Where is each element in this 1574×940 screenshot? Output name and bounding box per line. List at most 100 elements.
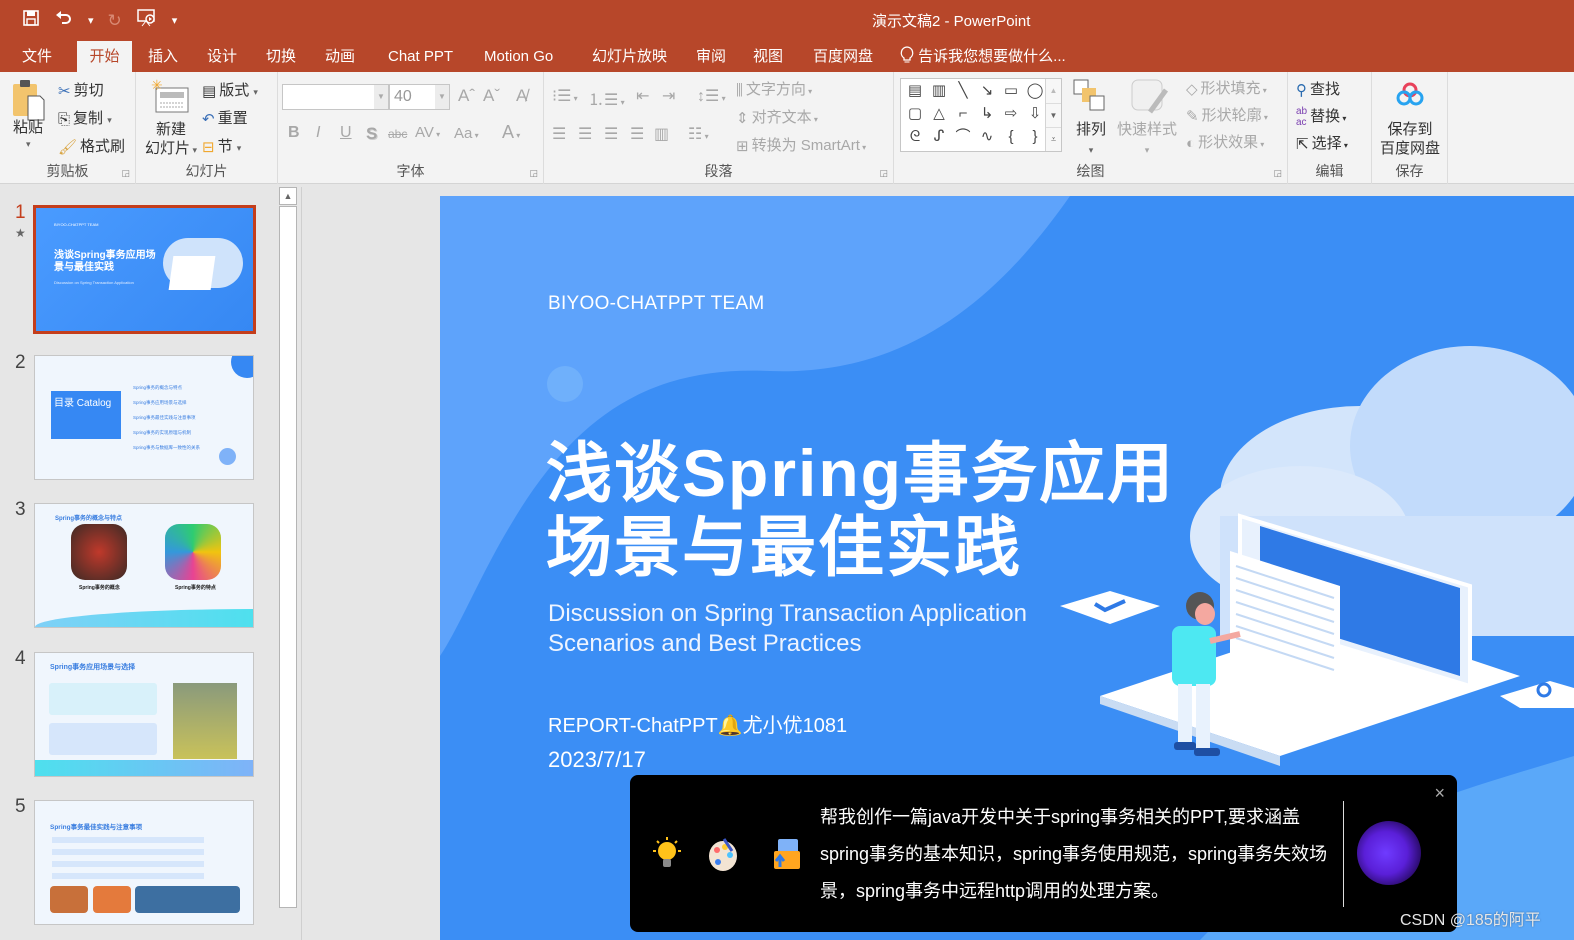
find-button[interactable]: ⚲ 查找 <box>1296 78 1340 99</box>
redo-icon[interactable]: ↻ <box>108 11 122 31</box>
italic-button[interactable]: I <box>316 124 320 142</box>
gallery-down-icon[interactable]: ▼ <box>1046 103 1061 127</box>
paste-dropdown-icon[interactable]: ▾ <box>26 139 31 150</box>
thumbnail-scrollbar[interactable]: ▲ <box>279 187 297 940</box>
shape-elbow-connector-icon[interactable]: ⌐ <box>951 103 975 125</box>
shape-effects-button[interactable]: ◐ 形状效果 ▾ <box>1186 131 1264 152</box>
close-icon[interactable]: × <box>1434 783 1445 804</box>
section-button[interactable]: ⊟ 节 ▾ <box>202 135 241 156</box>
panel-divider[interactable] <box>301 187 302 940</box>
align-center-button[interactable]: ☰ <box>578 124 592 144</box>
align-right-button[interactable]: ☰ <box>604 124 618 144</box>
start-slideshow-icon[interactable] <box>136 8 158 33</box>
lightbulb-icon[interactable] <box>650 837 684 881</box>
tab-view[interactable]: 视图 <box>741 41 795 72</box>
font-size-dropdown-icon[interactable]: ▼ <box>435 85 449 109</box>
drawing-launcher-icon[interactable]: ◲ <box>1273 168 1282 179</box>
shape-outline-button[interactable]: ✎ 形状轮廓 ▾ <box>1186 104 1268 125</box>
tab-animations[interactable]: 动画 <box>313 41 367 72</box>
tab-motion-go[interactable]: Motion Go <box>472 41 565 72</box>
shape-fill-button[interactable]: ◇ 形状填充 ▾ <box>1186 77 1267 98</box>
palette-icon[interactable] <box>706 837 740 881</box>
tab-transitions[interactable]: 切换 <box>254 41 308 72</box>
align-left-button[interactable]: ☰ <box>552 124 566 144</box>
scrollbar-thumb[interactable] <box>279 206 297 908</box>
font-color-button[interactable]: A ▾ <box>502 122 520 143</box>
bold-button[interactable]: B <box>288 124 300 142</box>
bullets-button[interactable]: ⁝☰ ▾ <box>552 86 578 106</box>
copy-button[interactable]: ⎘ 复制 ▾ <box>58 107 112 128</box>
tell-me-search[interactable]: 告诉我您想要做什么... <box>900 41 1066 72</box>
slide-thumbnail-5[interactable]: Spring事务最佳实践与注意事项 <box>34 800 254 925</box>
shape-arc-icon[interactable]: ⌒ <box>951 126 975 148</box>
font-name-dropdown-icon[interactable]: ▼ <box>374 85 388 109</box>
font-name-combo[interactable]: ▼ <box>282 84 389 110</box>
shape-arrow-line-icon[interactable]: ↘ <box>975 80 999 102</box>
shape-rounded-rect-icon[interactable]: ▢ <box>903 103 927 125</box>
increase-indent-button[interactable]: ⇥ <box>662 86 675 106</box>
tab-insert[interactable]: 插入 <box>136 41 190 72</box>
line-spacing-button[interactable]: ↕☰ ▾ <box>697 86 726 106</box>
save-icon[interactable] <box>22 9 40 32</box>
arrange-button[interactable] <box>1072 78 1108 118</box>
slide-thumbnail-3[interactable]: Spring事务的概念与特点 Spring事务的概念 Spring事务的特点 <box>34 503 254 628</box>
copy-dropdown-icon[interactable]: ▾ <box>107 115 112 125</box>
numbering-button[interactable]: ⒈☰ ▾ <box>588 86 625 110</box>
shape-freeform-icon[interactable]: ᘓ <box>903 126 927 148</box>
distributed-button[interactable]: ▥ <box>654 124 669 144</box>
shape-rectangle-icon[interactable]: ▭ <box>999 80 1023 102</box>
tab-chat-ppt[interactable]: Chat PPT <box>376 41 465 72</box>
scroll-up-icon[interactable]: ▲ <box>279 187 297 205</box>
gallery-more-icon[interactable]: ⩡ <box>1046 127 1061 149</box>
slide-thumbnail-2[interactable]: 目录 Catalog Spring事务的概念与特点 Spring事务应用场景与选… <box>34 355 254 480</box>
shape-line-icon[interactable]: ╲ <box>951 80 975 102</box>
underline-button[interactable]: U <box>340 124 352 142</box>
tab-file[interactable]: 文件 <box>10 41 64 72</box>
quick-styles-button[interactable] <box>1130 78 1170 122</box>
tab-baidu-netdisk[interactable]: 百度网盘 <box>801 41 885 72</box>
grow-font-button[interactable]: Aˆ <box>458 86 475 106</box>
align-text-button[interactable]: ⇕ 对齐文本 ▾ <box>736 106 818 127</box>
tab-review[interactable]: 审阅 <box>684 41 738 72</box>
font-launcher-icon[interactable]: ◲ <box>529 168 538 179</box>
strikethrough-button[interactable]: abc <box>388 127 407 141</box>
shape-curve-icon[interactable]: ∿ <box>975 126 999 148</box>
tab-slideshow[interactable]: 幻灯片放映 <box>580 41 679 72</box>
undo-dropdown-icon[interactable]: ▾ <box>88 14 94 27</box>
shrink-font-button[interactable]: Aˇ <box>483 86 500 106</box>
shape-right-brace-icon[interactable]: } <box>1023 126 1047 148</box>
character-spacing-button[interactable]: AV ▾ <box>415 124 440 141</box>
clipboard-launcher-icon[interactable]: ◲ <box>121 168 130 179</box>
select-button[interactable]: ⇱ 选择 ▾ <box>1296 132 1348 153</box>
document-export-icon[interactable] <box>770 837 804 881</box>
shapes-gallery-scroll[interactable]: ▲ ▼ ⩡ <box>1045 79 1061 151</box>
layout-button[interactable]: ▤ 版式 ▾ <box>202 79 258 100</box>
justify-button[interactable]: ☰ <box>630 124 644 144</box>
decrease-indent-button[interactable]: ⇤ <box>636 86 649 106</box>
shape-right-arrow-icon[interactable]: ⇨ <box>999 103 1023 125</box>
tab-home[interactable]: 开始 <box>77 41 132 72</box>
customize-qat-icon[interactable]: ▾ <box>172 14 178 27</box>
text-direction-button[interactable]: ⫼ 文字方向 ▾ <box>736 78 812 99</box>
cut-button[interactable]: ✂ 剪切 <box>58 79 104 100</box>
shape-textbox-icon[interactable]: ▤ <box>903 80 927 102</box>
shape-elbow-arrow-icon[interactable]: ↳ <box>975 103 999 125</box>
text-shadow-button[interactable]: S <box>366 124 377 144</box>
gallery-up-icon[interactable]: ▲ <box>1046 79 1061 103</box>
shape-vertical-textbox-icon[interactable]: ▥ <box>927 80 951 102</box>
shape-scribble-icon[interactable]: ᔑ <box>927 126 951 148</box>
replace-button[interactable]: ab ac 替换 ▾ <box>1296 105 1346 128</box>
paragraph-launcher-icon[interactable]: ◲ <box>879 168 888 179</box>
clear-formatting-icon[interactable]: A̸ <box>516 86 527 106</box>
shape-triangle-icon[interactable]: △ <box>927 103 951 125</box>
change-case-button[interactable]: Aa ▾ <box>454 125 479 142</box>
save-to-baidu-button[interactable] <box>1396 82 1424 110</box>
slide-thumbnail-4[interactable]: Spring事务应用场景与选择 <box>34 652 254 777</box>
columns-button[interactable]: ☷ ▾ <box>688 124 709 144</box>
font-size-combo[interactable]: 40 ▼ <box>389 84 450 110</box>
tab-design[interactable]: 设计 <box>195 41 249 72</box>
undo-icon[interactable] <box>54 9 74 32</box>
slide-thumbnail-1[interactable]: BIYOO-CHATPPT TEAM 浅谈Spring事务应用场景与最佳实践 D… <box>33 205 256 334</box>
shape-left-brace-icon[interactable]: { <box>999 126 1023 148</box>
new-slide-button[interactable]: ✳ <box>150 77 190 118</box>
